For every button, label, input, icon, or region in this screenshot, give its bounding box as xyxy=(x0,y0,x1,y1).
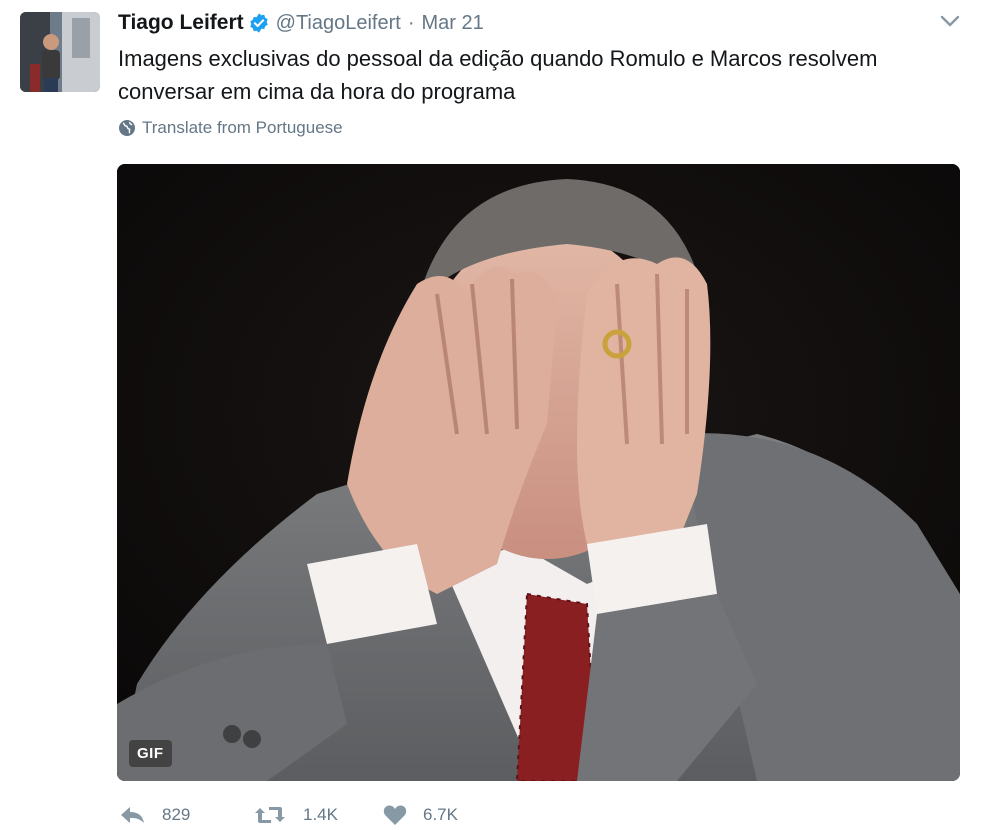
tweet-date[interactable]: Mar 21 xyxy=(422,12,484,35)
like-count: 6.7K xyxy=(423,805,458,824)
avatar[interactable] xyxy=(20,12,100,92)
gif-badge: GIF xyxy=(129,740,172,767)
author-handle[interactable]: @TiagoLeifert xyxy=(276,12,401,35)
translate-link[interactable]: Translate from Portuguese xyxy=(118,118,343,138)
verified-badge-icon xyxy=(248,12,270,34)
tweet-media-gif[interactable]: GIF xyxy=(117,164,960,781)
tweet-card: Tiago Leifert @TiagoLeifert · Mar 21 Ima… xyxy=(0,0,982,830)
tweet-header: Tiago Leifert @TiagoLeifert · Mar 21 xyxy=(118,6,484,40)
tweet-text: Imagens exclusivas do pessoal da edição … xyxy=(118,46,878,104)
reply-button[interactable]: 829 xyxy=(118,804,253,826)
like-button[interactable]: 6.7K xyxy=(383,804,503,826)
header-separator: · xyxy=(407,11,415,34)
heart-icon xyxy=(383,805,407,825)
reply-icon xyxy=(121,807,144,823)
tweet-actions: 829 1.4K 6.7K xyxy=(118,800,503,830)
chevron-down-icon[interactable] xyxy=(938,12,962,30)
retweet-button[interactable]: 1.4K xyxy=(253,804,383,826)
globe-icon xyxy=(118,119,136,137)
retweet-icon xyxy=(255,807,285,823)
reply-count: 829 xyxy=(162,805,191,824)
translate-label: Translate from Portuguese xyxy=(142,118,343,137)
retweet-count: 1.4K xyxy=(303,805,338,824)
author-name[interactable]: Tiago Leifert xyxy=(118,11,244,35)
